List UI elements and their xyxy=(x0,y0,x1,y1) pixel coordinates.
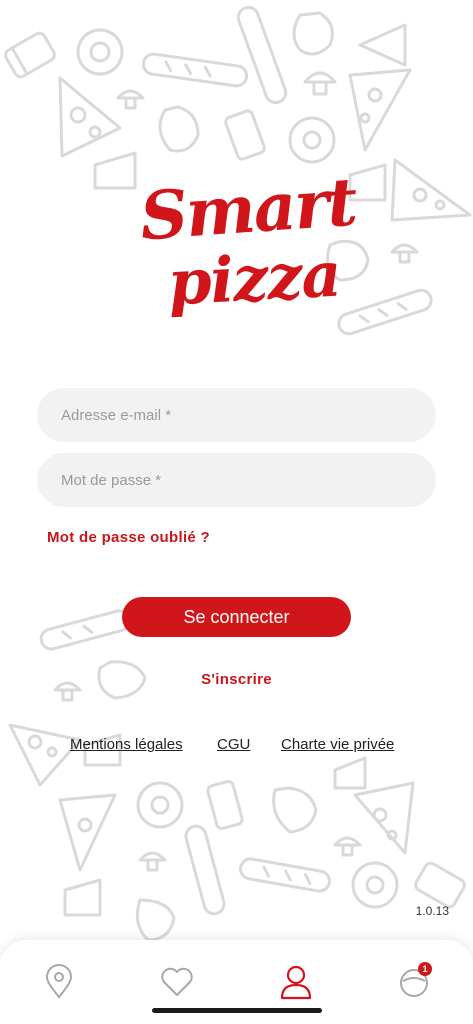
location-pin-icon xyxy=(45,964,73,999)
smart-pizza-logo: Smart pizza xyxy=(120,160,360,350)
email-input[interactable] xyxy=(59,405,414,425)
logo-line-2: pizza xyxy=(166,237,343,320)
tab-account[interactable] xyxy=(274,960,318,1004)
user-icon xyxy=(280,965,312,1000)
cart-count-badge: 1 xyxy=(418,962,432,976)
email-field[interactable] xyxy=(37,388,436,442)
signup-link[interactable]: S'inscrire xyxy=(0,671,473,688)
login-screen: Smart pizza Mot de passe oublié ? Se con… xyxy=(0,0,473,1024)
tab-favorites[interactable] xyxy=(155,960,199,1004)
forgot-password-link[interactable]: Mot de passe oublié ? xyxy=(47,529,210,546)
home-indicator xyxy=(152,1008,322,1013)
tab-location[interactable] xyxy=(37,960,81,1004)
password-input[interactable] xyxy=(59,470,414,490)
login-button[interactable]: Se connecter xyxy=(122,597,351,637)
cgu-link[interactable]: CGU xyxy=(217,736,250,753)
tab-cart[interactable]: 1 xyxy=(392,960,436,1004)
pizza-doodle-background xyxy=(4,5,472,942)
legal-mentions-link[interactable]: Mentions légales xyxy=(70,736,183,753)
privacy-charter-link[interactable]: Charte vie privée xyxy=(281,736,394,753)
app-version: 1.0.13 xyxy=(415,904,449,918)
heart-icon xyxy=(161,967,193,996)
password-field[interactable] xyxy=(37,453,436,507)
